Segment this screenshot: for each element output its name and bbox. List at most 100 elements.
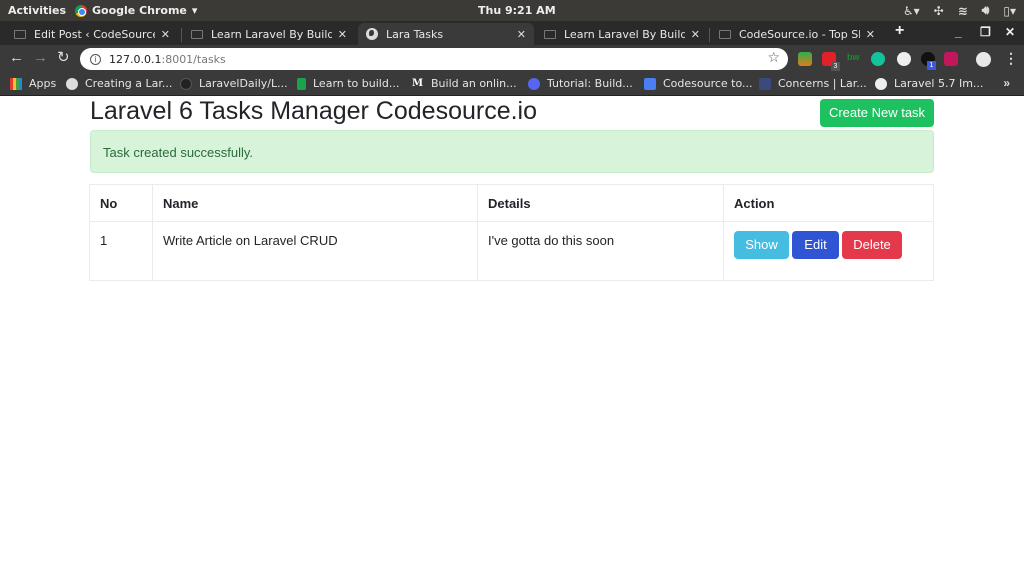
bookmark-label: Tutorial: Build... (547, 77, 633, 90)
show-button[interactable]: Show (734, 231, 789, 259)
minimize-button[interactable]: _ (955, 25, 962, 39)
menu-icon[interactable]: ⋮ (1004, 50, 1018, 67)
profile-avatar[interactable] (976, 52, 991, 67)
app-menu[interactable]: Google Chrome ▾ (75, 4, 197, 17)
page-icon (719, 29, 731, 39)
slack-icon[interactable]: ✣ (934, 4, 944, 18)
close-tab-icon[interactable]: ✕ (691, 28, 700, 41)
tasks-table: No Name Details Action 1 Write Article o… (89, 184, 934, 281)
bookmark-label: Concerns | Lar... (778, 77, 867, 90)
battery-icon[interactable]: ▯▾ (1003, 4, 1016, 18)
cell-actions: Show Edit Delete (723, 221, 934, 281)
bookmark-label: Build an onlin... (431, 77, 517, 90)
edit-button[interactable]: Edit (792, 231, 839, 259)
forward-button[interactable]: → (33, 50, 48, 66)
bookmark-label: Learn to build... (313, 77, 400, 90)
system-tray[interactable]: ♿▾ ✣ ≋ 🔊︎ ▯▾ (903, 3, 1016, 18)
bookmark-tutorial[interactable]: Tutorial: Build... (528, 77, 633, 90)
close-tab-icon[interactable]: ✕ (866, 28, 875, 41)
address-bar[interactable]: i 127.0.0.1 :8001/tasks ☆ (80, 48, 788, 70)
bookmark-icon (297, 77, 306, 90)
cell-name: Write Article on Laravel CRUD (152, 221, 478, 281)
cell-no: 1 (89, 221, 153, 281)
new-tab-button[interactable]: + (895, 22, 904, 40)
bookmark-codesource[interactable]: Codesource to... (644, 77, 753, 90)
bookmark-apps[interactable]: Apps (10, 77, 56, 90)
volume-icon[interactable]: 🔊︎ (982, 3, 990, 18)
bookmark-label: Apps (29, 77, 57, 90)
tab-separator (181, 28, 182, 42)
extension-1-icon[interactable] (798, 52, 812, 66)
header-name: Name (152, 184, 478, 222)
clock[interactable]: Thu 9:21 AM (478, 4, 556, 17)
tab-title: Learn Laravel By Building (211, 27, 332, 41)
chevron-down-icon: ▾ (191, 4, 198, 17)
wifi-icon[interactable]: ≋ (958, 4, 968, 18)
extension-3-icon[interactable]: bw (847, 52, 861, 66)
laravel-icon (759, 77, 771, 90)
tab-strip: Edit Post ‹ CodeSource.io ✕ Learn Larave… (0, 21, 1024, 45)
header-details: Details (477, 184, 724, 222)
tab-title: Edit Post ‹ CodeSource.io (34, 27, 155, 41)
header-action: Action (723, 184, 934, 222)
url-path: :8001/tasks (161, 52, 226, 66)
bookmark-build-online[interactable]: M Build an onlin... (412, 77, 517, 90)
tab-separator (709, 28, 710, 42)
globe-icon (366, 28, 378, 40)
system-top-bar: Activities Google Chrome ▾ Thu 9:21 AM ♿… (0, 0, 1024, 21)
tab-learn-laravel-2[interactable]: Learn Laravel By Building ✕ (536, 23, 708, 45)
page-icon (14, 29, 26, 39)
activities-button[interactable]: Activities (8, 4, 66, 17)
bookmarks-bar: Apps Creating a Lar... LaravelDaily/L...… (0, 73, 1024, 96)
tab-learn-laravel-1[interactable]: Learn Laravel By Building ✕ (183, 23, 355, 45)
tab-lara-tasks[interactable]: Lara Tasks ✕ (358, 23, 534, 45)
tab-title: CodeSource.io - Top Shel (739, 27, 860, 41)
site-icon (875, 77, 887, 90)
bookmark-label: Creating a Lar... (85, 77, 173, 90)
tutorial-icon (528, 77, 540, 90)
grammarly-icon[interactable] (871, 52, 885, 66)
extension-8-icon[interactable] (944, 52, 958, 66)
tab-codesource[interactable]: CodeSource.io - Top Shel ✕ (711, 23, 883, 45)
close-tab-icon[interactable]: ✕ (161, 28, 170, 41)
page-icon (544, 29, 556, 39)
url-host: 127.0.0.1 (109, 52, 162, 66)
bookmark-label: Laravel 5.7 Im... (894, 77, 984, 90)
page-icon (191, 29, 203, 39)
apps-grid-icon (10, 77, 22, 90)
bookmark-laravel-57[interactable]: Laravel 5.7 Im... (875, 77, 983, 90)
github-icon (180, 77, 192, 90)
bookmark-concerns[interactable]: Concerns | Lar... (759, 77, 867, 90)
bookmark-creating-laravel[interactable]: Creating a Lar... (66, 77, 172, 90)
bookmark-star-icon[interactable]: ☆ (767, 50, 780, 66)
docs-icon (644, 77, 656, 90)
close-window-button[interactable]: ✕ (1005, 25, 1015, 39)
create-new-task-button[interactable]: Create New task (820, 99, 934, 127)
bookmarks-overflow-button[interactable]: » (1003, 76, 1010, 90)
page-content: Laravel 6 Tasks Manager Codesource.io Cr… (0, 97, 1024, 576)
header-no: No (89, 184, 153, 222)
close-tab-icon[interactable]: ✕ (338, 28, 347, 41)
cell-details: I've gotta do this soon (477, 221, 724, 281)
globe-icon (66, 77, 78, 90)
bookmark-label: LaravelDaily/L... (199, 77, 288, 90)
page-title: Laravel 6 Tasks Manager Codesource.io (90, 97, 538, 125)
bookmark-laraveldaily[interactable]: LaravelDaily/L... (180, 77, 288, 90)
bookmark-label: Codesource to... (663, 77, 753, 90)
tab-edit-post[interactable]: Edit Post ‹ CodeSource.io ✕ (6, 23, 178, 45)
chrome-icon (75, 4, 87, 17)
close-tab-icon[interactable]: ✕ (517, 28, 526, 41)
accessibility-icon[interactable]: ♿▾ (903, 4, 920, 18)
extension-5-icon[interactable] (897, 52, 911, 66)
info-icon[interactable]: i (90, 53, 101, 65)
reload-button[interactable]: ↻ (57, 50, 70, 66)
back-button[interactable]: ← (9, 50, 24, 66)
extension-badge: 3 (831, 62, 840, 71)
app-name: Google Chrome (92, 4, 187, 17)
extension-badge: 1 (927, 61, 936, 70)
delete-button[interactable]: Delete (842, 231, 902, 259)
tab-title: Learn Laravel By Building (564, 27, 685, 41)
restore-button[interactable]: ❐ (980, 25, 991, 39)
table-row: 1 Write Article on Laravel CRUD I've got… (89, 221, 934, 281)
bookmark-learn-to-build[interactable]: Learn to build... (297, 77, 399, 90)
